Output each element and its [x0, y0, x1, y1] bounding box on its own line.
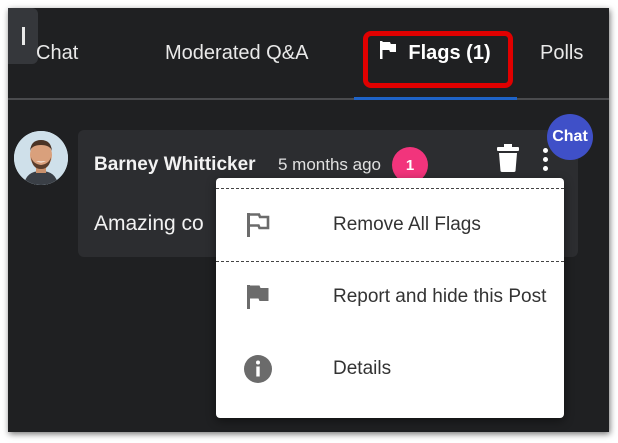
menu-item-label: Remove All Flags [333, 214, 481, 235]
app-frame: Chat Moderated Q&A Flags (1) Polls Barne… [8, 8, 609, 432]
chat-badge[interactable]: Chat [547, 114, 593, 160]
tab-chat[interactable]: Chat [36, 8, 78, 98]
menu-item-remove-all-flags[interactable]: Remove All Flags [216, 188, 564, 262]
kebab-dot [542, 148, 548, 153]
tab-edge-icon [21, 27, 25, 45]
menu-item-label: Report and hide this Post [333, 286, 547, 307]
menu-item-details[interactable]: Details [216, 333, 564, 405]
menu-item-report-and-hide[interactable]: Report and hide this Post [216, 261, 564, 333]
post-timestamp: 5 months ago [278, 155, 382, 174]
active-tab-indicator [354, 97, 517, 100]
kebab-dot [542, 166, 548, 171]
trash-icon [497, 144, 519, 172]
flag-filled-icon [243, 282, 273, 312]
tab-polls[interactable]: Polls [540, 8, 583, 98]
menu-item-label: Details [333, 358, 392, 379]
post-message: Amazing co [94, 212, 204, 235]
tab-bar: Chat Moderated Q&A Flags (1) Polls [8, 8, 609, 100]
info-icon [243, 354, 273, 384]
flags-tab-highlight [363, 31, 513, 88]
tab-moderated-qa[interactable]: Moderated Q&A [165, 8, 308, 98]
user-avatar-icon [14, 131, 68, 185]
post-options-menu: Remove All Flags Report and hide this Po… [216, 178, 564, 418]
kebab-dot [542, 157, 548, 162]
post-author: Barney Whitticker [94, 154, 256, 175]
avatar [14, 131, 68, 185]
delete-button[interactable] [496, 144, 520, 177]
scroll-tabs-left-button[interactable] [8, 8, 38, 64]
more-options-button[interactable] [538, 146, 552, 173]
flag-outline-icon [243, 210, 273, 240]
